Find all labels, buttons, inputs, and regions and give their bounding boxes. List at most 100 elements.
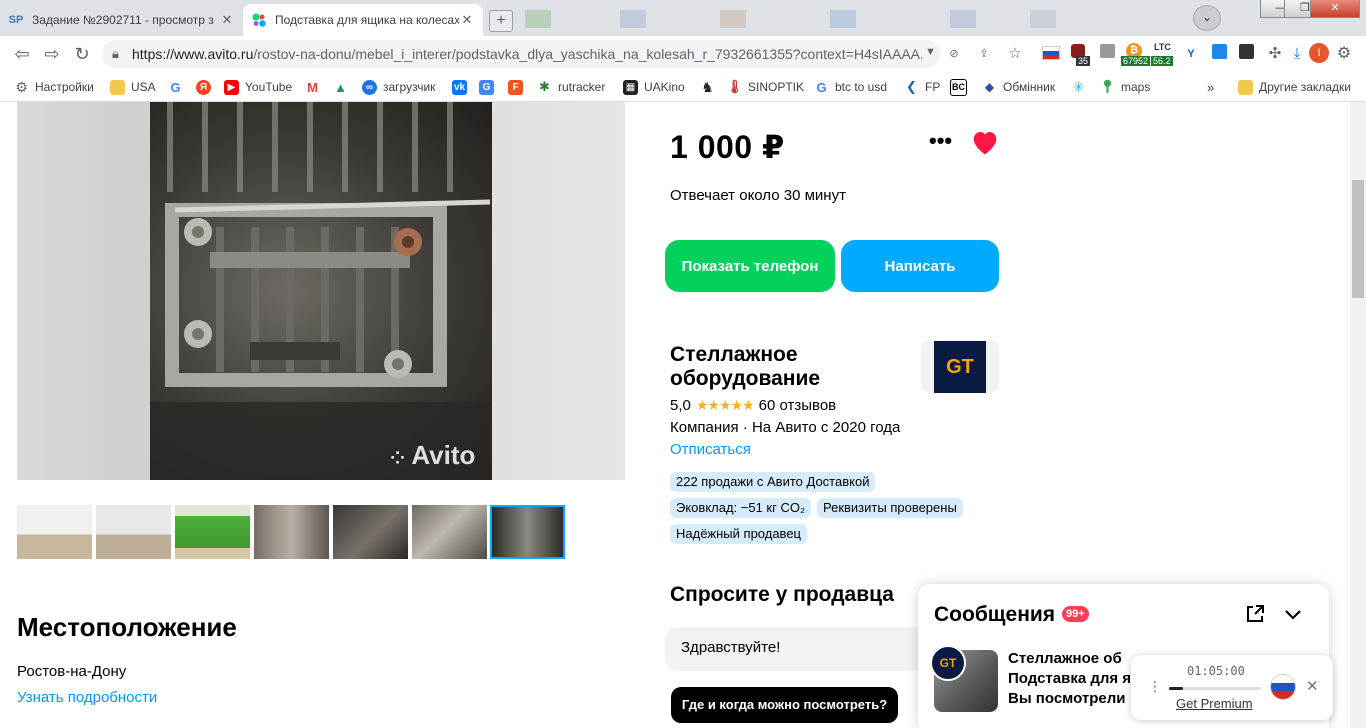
background-tab-icon[interactable]: [720, 10, 746, 28]
bookmark-bc[interactable]: BC: [950, 78, 973, 96]
bookmark-sinoptik[interactable]: 🌡︎ SINOPTIK: [726, 78, 804, 96]
thumbnail-3[interactable]: [175, 505, 250, 559]
bookmark-usa[interactable]: USA: [110, 78, 156, 96]
thumbnail-4[interactable]: [254, 505, 329, 559]
show-phone-button[interactable]: Показать телефон: [665, 240, 835, 292]
bookmark-fp[interactable]: ❮ FP: [904, 78, 940, 96]
other-bookmarks[interactable]: Другие закладки: [1238, 78, 1351, 96]
scrollbar-thumb[interactable]: [1352, 180, 1364, 298]
bc-icon: BC: [950, 78, 967, 96]
chat-item-title[interactable]: Подставка для я: [1008, 670, 1138, 687]
location-details-link[interactable]: Узнать подробности: [17, 689, 157, 706]
downloads-icon[interactable]: ⤓: [1287, 44, 1307, 64]
seller-name[interactable]: Стеллажное оборудование: [670, 343, 900, 391]
messages-title[interactable]: Сообщения: [934, 603, 1055, 627]
v-extension-icon[interactable]: Y: [1181, 44, 1201, 64]
bookmark-star-icon[interactable]: ☆: [1005, 44, 1025, 64]
bookmark-btc-to-usd[interactable]: Gbtc to usd: [814, 78, 887, 96]
main-product-image[interactable]: [150, 102, 492, 480]
bookmark-settings[interactable]: ⚙ Настройки: [14, 78, 94, 96]
extension-badge: 35: [1076, 56, 1091, 66]
thumbnail-7-selected[interactable]: [490, 505, 565, 559]
bookmark-f[interactable]: F: [508, 78, 529, 96]
russia-flag-icon[interactable]: [1270, 674, 1296, 700]
close-tab-icon[interactable]: ✕: [459, 12, 475, 28]
chat-last-message[interactable]: Вы посмотрели: [1008, 690, 1138, 707]
dropdown-arrow-icon[interactable]: ▼: [925, 46, 936, 58]
bookmark-maps[interactable]: 📍︎ maps: [1099, 78, 1150, 96]
avito-favicon-icon: [251, 12, 267, 28]
bookmark-exchange[interactable]: ◆ Обмінник: [982, 78, 1055, 96]
close-window-button[interactable]: ✕: [1310, 0, 1360, 18]
background-tab-icon[interactable]: [525, 10, 551, 28]
extensions-puzzle-icon[interactable]: ✣: [1265, 44, 1285, 64]
chevron-down-icon[interactable]: [1282, 603, 1304, 625]
bookmark-uakino[interactable]: ▦ UAKino: [623, 78, 685, 96]
badge-delivery-sales[interactable]: 222 продажи с Авито Доставкой: [670, 472, 876, 492]
exchange-icon: ◆: [984, 80, 995, 94]
bookmark-google[interactable]: G: [168, 78, 189, 96]
bookmark-loader[interactable]: ∞ загрузчик: [362, 78, 435, 96]
player-menu-icon[interactable]: ⋮: [1148, 678, 1162, 695]
chat-seller-name[interactable]: Стеллажное об: [1008, 650, 1138, 667]
close-tab-icon[interactable]: ✕: [219, 12, 235, 28]
bookmark-vk[interactable]: vk: [452, 78, 473, 96]
favorite-heart-icon[interactable]: [970, 128, 1000, 156]
profile-avatar[interactable]: I: [1309, 43, 1329, 63]
gmail-icon: M: [307, 79, 318, 95]
forward-button[interactable]: ⇨: [40, 42, 64, 66]
ltc-label: LTC: [1154, 42, 1171, 52]
yandex-icon: Я: [196, 79, 211, 95]
background-tab-icon[interactable]: [620, 10, 646, 28]
write-message-button[interactable]: Написать: [841, 240, 999, 292]
player-progress-track[interactable]: [1169, 687, 1261, 690]
tab-search-button[interactable]: ⌄: [1193, 5, 1221, 31]
bookmark-translate[interactable]: G: [479, 78, 500, 96]
sp-favicon-icon: SP: [8, 14, 24, 26]
thumbnail-5[interactable]: [333, 505, 408, 559]
url-text[interactable]: https://www.avito.ru/rostov-na-donu/mebe…: [132, 46, 922, 62]
bookmark-drive[interactable]: ▲: [333, 78, 354, 96]
location-city: Ростов-на-Дону: [17, 663, 127, 680]
more-options-icon[interactable]: •••: [929, 128, 952, 154]
bookmark-youtube[interactable]: ▶ YouTube: [224, 78, 292, 96]
russia-flag-icon[interactable]: [1042, 46, 1060, 60]
badge-eco[interactable]: Эковклад: −51 кг CO₂: [670, 498, 812, 518]
seller-logo[interactable]: GT: [934, 341, 986, 393]
bookmark-yandex[interactable]: Я: [196, 78, 217, 96]
unsubscribe-link[interactable]: Отписаться: [670, 441, 751, 458]
terminal-extension-icon[interactable]: [1239, 44, 1254, 59]
bookmark-snowflake[interactable]: ✳: [1071, 78, 1092, 96]
badge-requisites[interactable]: Реквизиты проверены: [817, 498, 963, 518]
close-icon[interactable]: ✕: [1306, 677, 1319, 695]
bookmark-gmail[interactable]: M: [305, 78, 326, 96]
thumbnail-1[interactable]: [17, 505, 92, 559]
download-extension-icon[interactable]: [1212, 44, 1227, 59]
bookmarks-overflow-button[interactable]: »: [1207, 78, 1214, 96]
badge-reliable-seller[interactable]: Надёжный продавец: [670, 524, 807, 544]
quick-question-button[interactable]: Где и когда можно посмотреть?: [671, 687, 898, 723]
bookmark-rutracker[interactable]: ✱ rutracker: [537, 78, 605, 96]
settings-gear-icon[interactable]: ⚙: [1334, 44, 1354, 64]
blocked-popup-icon[interactable]: ⊘: [944, 44, 964, 64]
ask-seller-input-value[interactable]: Здравствуйте!: [681, 639, 780, 656]
thumbnail-6[interactable]: [412, 505, 487, 559]
seller-rating[interactable]: 5,0 ★★★★★ 60 отзывов: [670, 397, 836, 414]
lock-icon[interactable]: 🔒︎: [112, 46, 119, 62]
thumbnail-2[interactable]: [96, 505, 171, 559]
background-tab-icon[interactable]: [950, 10, 976, 28]
briefcase-extension-icon[interactable]: [1100, 44, 1115, 58]
tab-task[interactable]: SP Задание №2902711 - просмотр з ✕: [0, 4, 243, 36]
reload-button[interactable]: ↻: [70, 42, 94, 66]
get-premium-link[interactable]: Get Premium: [1176, 696, 1253, 711]
translate-icon: G: [479, 79, 494, 95]
back-button[interactable]: ⇦: [10, 42, 34, 66]
youtube-icon: ▶: [224, 79, 239, 95]
tab-avito[interactable]: Подставка для ящика на колесах ✕: [243, 4, 483, 36]
new-tab-button[interactable]: +: [489, 10, 513, 32]
share-icon[interactable]: ⇪: [974, 44, 994, 64]
bookmark-chess[interactable]: ♞: [700, 78, 721, 96]
background-tab-icon[interactable]: [830, 10, 856, 28]
background-tab-icon[interactable]: [1030, 10, 1056, 28]
open-external-icon[interactable]: [1244, 603, 1266, 625]
